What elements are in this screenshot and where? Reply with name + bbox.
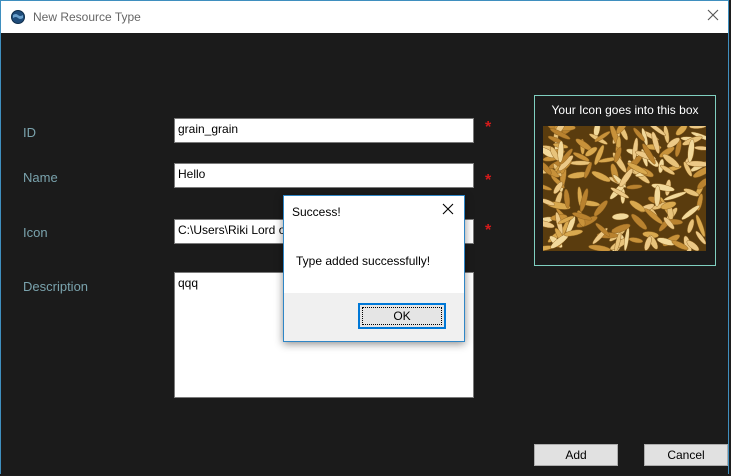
add-button[interactable]: Add	[534, 444, 618, 466]
icon-label: Icon	[23, 225, 48, 240]
cancel-button[interactable]: Cancel	[644, 444, 728, 466]
dialog-message: Type added successfully!	[296, 254, 431, 268]
ok-button[interactable]: OK	[358, 303, 446, 329]
window-title: New Resource Type	[33, 10, 141, 24]
dialog-title: Success!	[292, 205, 341, 219]
description-label: Description	[23, 279, 89, 294]
close-icon	[707, 8, 719, 26]
name-required-mark: *	[485, 172, 492, 189]
dialog-close-button[interactable]	[438, 201, 458, 221]
icon-preview-box: Your Icon goes into this box	[534, 95, 716, 266]
title-bar: New Resource Type	[1, 1, 728, 33]
window-close-button[interactable]	[698, 1, 728, 33]
icon-required-mark: *	[485, 222, 492, 239]
id-label: ID	[23, 125, 36, 140]
icon-preview-caption: Your Icon goes into this box	[551, 103, 699, 117]
globe-icon	[11, 10, 25, 24]
id-field[interactable]: grain_grain	[174, 118, 474, 143]
name-field[interactable]: Hello	[174, 163, 474, 188]
close-icon	[442, 202, 454, 220]
id-required-mark: *	[485, 119, 492, 136]
name-label: Name	[23, 170, 58, 185]
dialog-footer: OK	[284, 293, 464, 341]
grain-image	[543, 126, 706, 251]
success-dialog: Success! Type added successfully! OK	[283, 195, 465, 342]
